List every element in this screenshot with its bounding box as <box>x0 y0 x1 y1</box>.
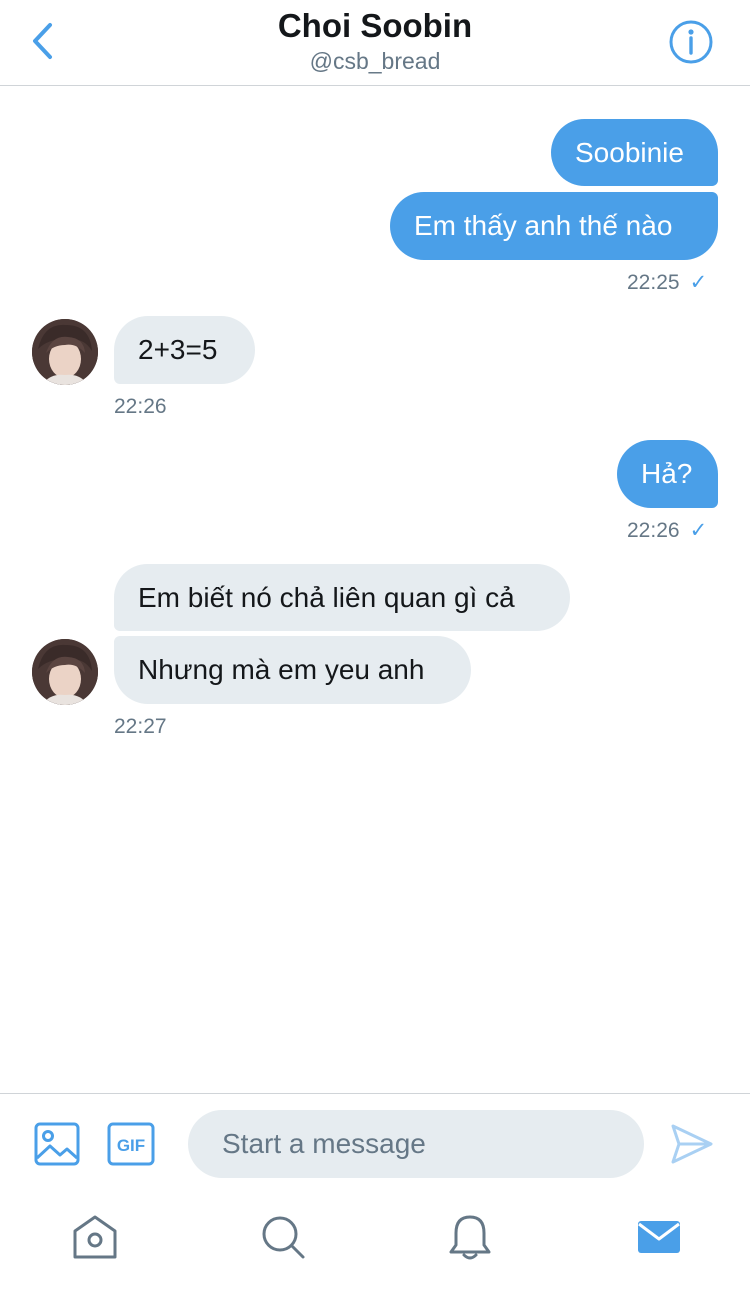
message-timestamp: 22:26 <box>114 395 167 418</box>
add-gif-button[interactable]: GIF <box>107 1122 155 1171</box>
user-handle: @csb_bread <box>309 48 441 74</box>
message-bubble-incoming[interactable]: Nhưng mà em yeu anh <box>114 636 471 704</box>
bottom-tab-bar <box>0 1193 750 1291</box>
conversation-header: Choi Soobin @csb_bread <box>0 0 750 86</box>
send-button[interactable] <box>670 1123 714 1170</box>
page-title: Choi Soobin <box>277 7 473 44</box>
message-bubble-outgoing[interactable]: Em thấy anh thế nào <box>390 192 718 260</box>
avatar[interactable] <box>32 639 98 705</box>
message-bubble-outgoing[interactable]: Soobinie <box>551 119 718 186</box>
message-bubble-outgoing[interactable]: Hả? <box>617 440 718 508</box>
gif-icon: GIF <box>107 1122 155 1166</box>
home-icon <box>73 1215 117 1259</box>
tab-messages[interactable] <box>635 1213 683 1261</box>
message-timestamp: 22:26 ✓ <box>627 519 708 542</box>
message-composer: GIF <box>0 1093 750 1194</box>
tab-notifications[interactable] <box>446 1213 494 1261</box>
message-timestamp: 22:27 <box>114 715 167 738</box>
messages-icon <box>638 1221 680 1253</box>
message-bubble-incoming[interactable]: 2+3=5 <box>114 316 255 384</box>
search-icon <box>262 1216 305 1259</box>
message-bubble-incoming[interactable]: Em biết nó chả liên quan gì cả <box>114 564 570 631</box>
sent-check-icon: ✓ <box>689 519 708 542</box>
notifications-icon <box>449 1215 491 1260</box>
avatar[interactable] <box>32 319 98 385</box>
add-photo-button[interactable] <box>34 1121 80 1172</box>
info-icon <box>669 20 713 64</box>
tab-home[interactable] <box>71 1213 119 1261</box>
message-timestamp: 22:25 ✓ <box>627 271 708 294</box>
svg-text:GIF: GIF <box>117 1136 145 1155</box>
tab-search[interactable] <box>259 1213 307 1261</box>
sent-check-icon: ✓ <box>689 271 708 294</box>
send-icon <box>671 1124 713 1164</box>
image-icon <box>34 1122 80 1166</box>
message-input[interactable] <box>188 1110 644 1178</box>
info-button[interactable] <box>668 19 714 65</box>
